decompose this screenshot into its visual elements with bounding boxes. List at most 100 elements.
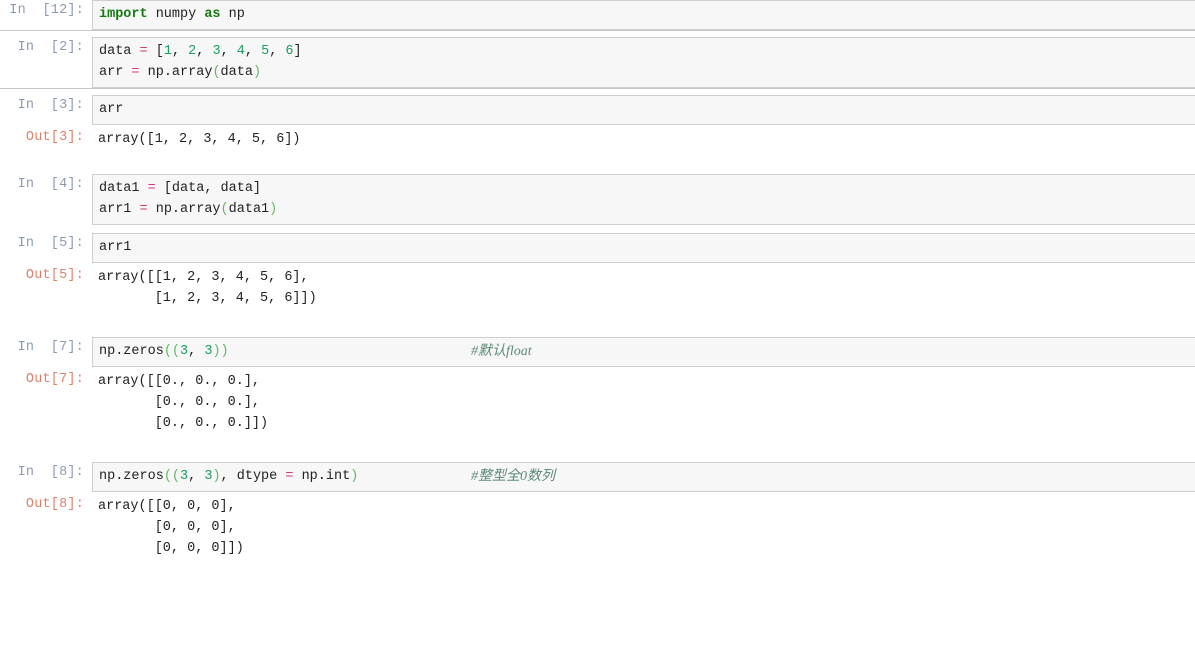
cell-spacer — [0, 311, 1195, 327]
notebook-cell[interactable]: In [7]: np.zeros((3, 3)) #默认float Out[7]: ar… — [0, 337, 1195, 436]
code-token-plain: data — [220, 65, 253, 80]
code-line: import numpy as np — [99, 4, 1195, 25]
code-token-paren: ) — [350, 469, 359, 484]
notebook-cell[interactable]: In [12]: import numpy as np — [0, 0, 1195, 30]
code-token-num: 1 — [163, 44, 172, 59]
code-cell-input-row[interactable]: In [2]: data = [1, 2, 3, 4, 5, 6] arr = np… — [0, 37, 1195, 88]
input-prompt: In [5]: — [17, 236, 84, 251]
output-line: [0., 0., 0.], — [98, 395, 261, 410]
code-token-plain: [ — [155, 44, 164, 59]
input-prompt: In [7]: — [17, 340, 84, 355]
code-token-paren: ) — [269, 202, 278, 217]
code-line: arr = np.array(data) — [99, 62, 1195, 83]
code-cell-input-row[interactable]: In [5]: arr1 — [0, 233, 1195, 263]
code-token-plain: , — [188, 469, 205, 484]
code-editor[interactable]: data1 = [data, data] arr1 = np.array(data… — [92, 174, 1195, 225]
code-editor[interactable]: data = [1, 2, 3, 4, 5, 6] arr = np.array(… — [92, 37, 1195, 88]
code-token-plain: np.zeros — [99, 344, 164, 359]
code-cell-input-row[interactable]: In [7]: np.zeros((3, 3)) #默认float — [0, 337, 1195, 367]
output-text: array([1, 2, 3, 4, 5, 6]) — [92, 127, 1195, 152]
code-token-plain: [data, data] — [155, 181, 262, 196]
code-token-num: 5 — [261, 44, 270, 59]
output-line: array([1, 2, 3, 4, 5, 6]) — [98, 132, 301, 147]
code-token-plain: data — [99, 44, 140, 59]
code-cell-input-row[interactable]: In [4]: data1 = [data, data] arr1 = np.arr… — [0, 174, 1195, 225]
jupyter-notebook: In [12]: import numpy as np In [2]: data = … — [0, 0, 1195, 652]
code-token-plain: np.array — [147, 202, 221, 217]
code-line: data = [1, 2, 3, 4, 5, 6] — [99, 41, 1195, 62]
code-editor[interactable]: import numpy as np — [92, 0, 1195, 30]
code-line: arr1 — [99, 237, 1195, 258]
output-line: array([[1, 2, 3, 4, 5, 6], — [98, 270, 309, 285]
output-line: [1, 2, 3, 4, 5, 6]]) — [98, 291, 317, 306]
notebook-cell[interactable]: In [2]: data = [1, 2, 3, 4, 5, 6] arr = np… — [0, 37, 1195, 88]
code-token-plain: arr1 — [99, 202, 140, 217]
code-token-plain: , — [269, 44, 286, 59]
code-token-num: 6 — [285, 44, 294, 59]
code-token-plain: data1 — [228, 202, 270, 217]
notebook-cell[interactable]: In [3]: arr Out[3]: array([1, 2, 3, 4, 5, 6… — [0, 95, 1195, 152]
cell-spacer — [0, 225, 1195, 233]
code-line: np.zeros((3, 3), dtype = np.int) #整型全0数列 — [99, 466, 1195, 487]
cell-spacer — [0, 327, 1195, 337]
code-editor[interactable]: np.zeros((3, 3), dtype = np.int) #整型全0数列 — [92, 462, 1195, 492]
input-prompt: In [3]: — [17, 98, 84, 113]
code-token-plain: , — [220, 44, 237, 59]
code-token-num: 3 — [180, 344, 189, 359]
output-line: [0, 0, 0], — [98, 520, 236, 535]
cell-spacer — [0, 166, 1195, 174]
code-cell-output-row: Out[7]: array([[0., 0., 0.], [0., 0., 0.]… — [0, 369, 1195, 436]
notebook-cell[interactable]: In [5]: arr1 Out[5]: array([[1, 2, 3, 4, 5,… — [0, 233, 1195, 311]
code-editor[interactable]: arr1 — [92, 233, 1195, 263]
code-editor[interactable]: np.zeros((3, 3)) #默认float — [92, 337, 1195, 367]
code-cell-output-row: Out[8]: array([[0, 0, 0], [0, 0, 0], [0, … — [0, 494, 1195, 561]
notebook-cell-list: In [12]: import numpy as np In [2]: data = … — [0, 0, 1195, 561]
code-token-plain: np.int — [293, 469, 351, 484]
code-token-plain: , dtype — [220, 469, 286, 484]
input-prompt: In [12]: — [9, 3, 84, 18]
code-token-plain: np — [220, 7, 245, 22]
output-prompt: Out[7]: — [25, 372, 84, 387]
output-line: array([[0, 0, 0], — [98, 499, 236, 514]
code-cell-input-row[interactable]: In [8]: np.zeros((3, 3), dtype = np.int) #… — [0, 462, 1195, 492]
code-token-paren: (( — [163, 344, 181, 359]
code-token-plain: data1 — [99, 181, 148, 196]
code-cell-output-row: Out[3]: array([1, 2, 3, 4, 5, 6]) — [0, 127, 1195, 152]
output-line: [0., 0., 0.]]) — [98, 416, 269, 431]
output-text: array([[0., 0., 0.], [0., 0., 0.], [0., … — [92, 369, 1195, 436]
cell-spacer — [0, 452, 1195, 462]
code-comment: #默认float — [471, 344, 532, 359]
input-prompt: In [8]: — [17, 465, 84, 480]
notebook-cell[interactable]: In [4]: data1 = [data, data] arr1 = np.arr… — [0, 174, 1195, 225]
code-token-op: = — [139, 44, 148, 59]
cell-spacer — [0, 436, 1195, 452]
input-prompt: In [4]: — [17, 177, 84, 192]
output-line: [0, 0, 0]]) — [98, 541, 244, 556]
code-token-op: = — [147, 181, 156, 196]
code-cell-input-row[interactable]: In [3]: arr — [0, 95, 1195, 125]
code-token-paren: )) — [212, 344, 229, 359]
code-line: arr — [99, 99, 1195, 120]
code-token-paren: ( — [212, 65, 221, 80]
code-token-num: 4 — [236, 44, 245, 59]
code-token-plain: numpy — [147, 7, 205, 22]
code-token-plain: np.zeros — [99, 469, 164, 484]
output-prompt: Out[3]: — [25, 130, 84, 145]
code-token-paren: (( — [163, 469, 181, 484]
code-token-plain: , — [188, 344, 205, 359]
code-token-paren: ) — [212, 469, 221, 484]
code-token-op: = — [131, 65, 140, 80]
code-token-plain: ] — [293, 44, 302, 59]
code-token-plain: arr — [99, 102, 124, 117]
code-token-plain: , — [171, 44, 189, 59]
notebook-cell[interactable]: In [8]: np.zeros((3, 3), dtype = np.int) #… — [0, 462, 1195, 561]
output-text: array([[0, 0, 0], [0, 0, 0], [0, 0, 0]]) — [92, 494, 1195, 561]
code-token-kw: as — [204, 7, 221, 22]
code-editor[interactable]: arr — [92, 95, 1195, 125]
code-token-plain: , — [196, 44, 213, 59]
code-line: data1 = [data, data] — [99, 178, 1195, 199]
output-prompt: Out[8]: — [25, 497, 84, 512]
code-token-paren: ( — [220, 202, 229, 217]
code-cell-input-row[interactable]: In [12]: import numpy as np — [0, 0, 1195, 30]
